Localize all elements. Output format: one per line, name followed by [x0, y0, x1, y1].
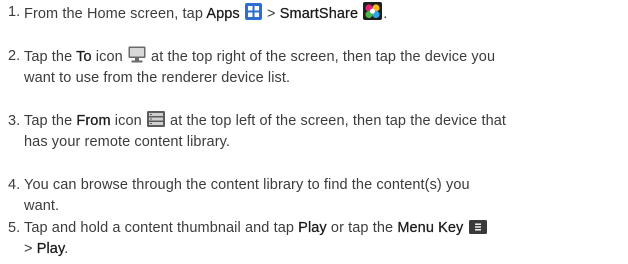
- step-number: 5.: [8, 220, 21, 236]
- smartshare-icon: [363, 2, 383, 20]
- server-icon: [146, 111, 165, 127]
- play-label: Play: [298, 220, 327, 236]
- step-4: 4. You can browse through the content li…: [8, 175, 620, 217]
- monitor-icon: [128, 46, 146, 63]
- step-text: Tap the From icon at the top left of the…: [24, 111, 507, 150]
- from-label: From: [76, 113, 111, 129]
- step-text: You can browse through the content libra…: [24, 177, 470, 214]
- step-1: 1. From the Home screen, tap Apps > Smar…: [8, 2, 620, 25]
- play-label: Play: [36, 241, 65, 257]
- to-label: To: [76, 49, 92, 65]
- step-5: 5. Tap and hold a content thumbnail and …: [8, 218, 620, 260]
- menu-key-label: Menu Key: [397, 220, 464, 236]
- step-3: 3. Tap the From icon at the top left of …: [8, 111, 620, 153]
- step-text: Tap and hold a content thumbnail and tap…: [24, 218, 620, 260]
- step-number: 3.: [8, 113, 21, 129]
- step-number: 1.: [8, 4, 21, 20]
- step-number: 2.: [8, 48, 21, 64]
- apps-grid-icon: [244, 3, 262, 20]
- apps-label: Apps: [206, 6, 240, 22]
- smartshare-label: SmartShare: [279, 6, 359, 22]
- menu-key-icon: [468, 220, 487, 234]
- step-text: Tap the To icon at the top right of the …: [24, 46, 620, 89]
- step-text: From the Home screen, tap Apps > SmartSh…: [24, 2, 620, 25]
- step-number: 4.: [8, 177, 21, 193]
- step-2: 2. Tap the To icon at the top right of t…: [8, 46, 620, 89]
